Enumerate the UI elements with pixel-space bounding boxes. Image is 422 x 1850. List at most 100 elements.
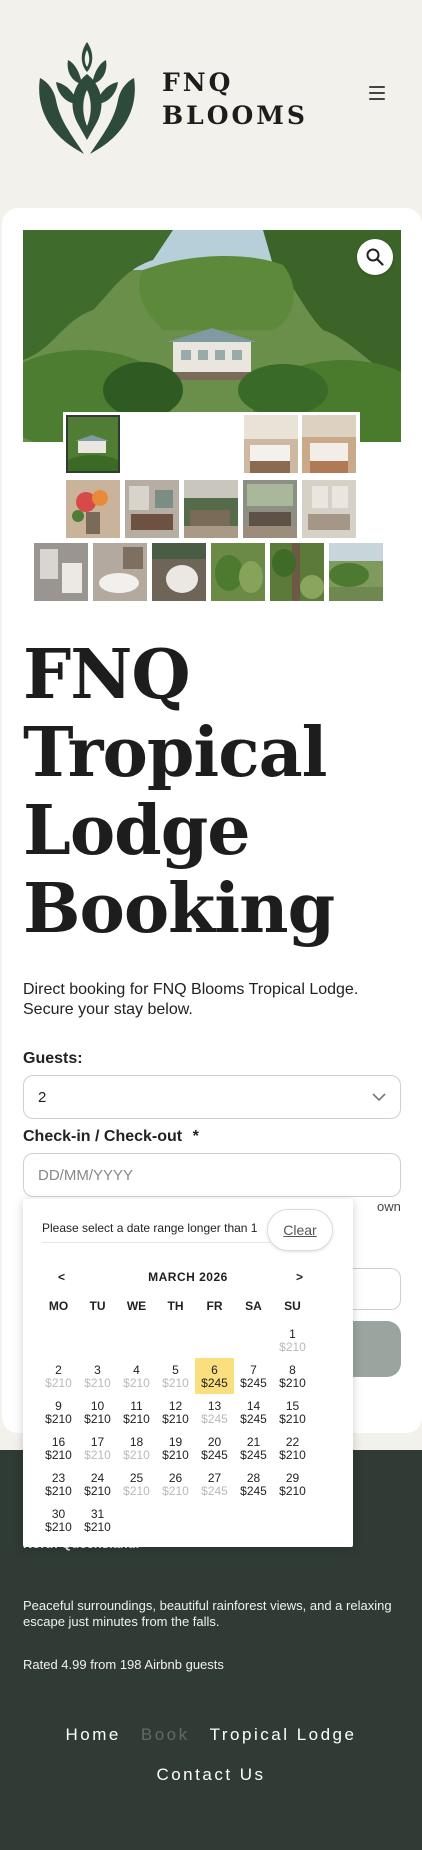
day-number: 7 (250, 1363, 257, 1377)
dates-label-text: Check-in / Check-out (23, 1128, 183, 1145)
day-price: $210 (45, 1520, 72, 1534)
brand-line-1: FNQ (162, 68, 234, 97)
next-month-button[interactable]: > (296, 1270, 303, 1284)
day-price: $210 (45, 1376, 72, 1390)
brand-line-2: BLOOMS (162, 101, 308, 130)
day-number: 28 (246, 1471, 261, 1485)
day-number: 1 (289, 1327, 296, 1341)
calendar-day[interactable]: 20 $245 (195, 1430, 234, 1466)
calendar-blank (117, 1322, 156, 1358)
guests-value: 2 (38, 1088, 47, 1106)
calendar-day[interactable]: 10 $210 (78, 1394, 117, 1430)
clear-dates-button[interactable]: Clear (267, 1209, 333, 1251)
calendar-day[interactable]: 8 $210 (273, 1358, 312, 1394)
gallery-zoom-button[interactable] (357, 239, 393, 275)
date-range-message: Please select a date range longer than 1 (42, 1221, 270, 1243)
day-number: 6 (211, 1363, 218, 1377)
nav-tropical-lodge-link[interactable]: Tropical Lodge (210, 1725, 357, 1745)
day-price: $245 (201, 1412, 228, 1426)
thumbnail-garden[interactable] (211, 543, 265, 601)
day-price: $210 (45, 1412, 72, 1426)
lotus-hands-logo-icon[interactable] (34, 34, 140, 156)
calendar-day[interactable]: 6 $245 (195, 1358, 234, 1394)
day-price: $210 (162, 1376, 189, 1390)
day-price: $210 (279, 1376, 306, 1390)
calendar-day[interactable]: 15 $210 (273, 1394, 312, 1430)
calendar-day: 17 $210 (78, 1430, 117, 1466)
brand-name[interactable]: FNQ BLOOMS (162, 66, 308, 132)
day-number: 20 (207, 1435, 222, 1449)
day-price: $210 (45, 1484, 72, 1498)
thumbnail-veranda[interactable] (184, 480, 238, 538)
calendar-day[interactable]: 11 $210 (117, 1394, 156, 1430)
thumbnail-bedroom-2[interactable] (302, 415, 356, 473)
calendar-blank (78, 1322, 117, 1358)
calendar-day[interactable]: 19 $210 (156, 1430, 195, 1466)
calendar-day[interactable]: 21 $245 (234, 1430, 273, 1466)
required-mark: * (192, 1128, 199, 1145)
page-title: FNQ Tropical Lodge Booking (23, 635, 335, 949)
prev-month-button[interactable]: < (58, 1270, 65, 1284)
nav-contact-link[interactable]: Contact Us (156, 1765, 265, 1785)
thumbnail-living-room[interactable] (125, 480, 179, 538)
intro-text: Direct booking for FNQ Blooms Tropical L… (23, 981, 359, 1018)
day-price: $210 (162, 1412, 189, 1426)
day-number: 22 (285, 1435, 300, 1449)
thumbnail-bedroom-1[interactable] (244, 415, 298, 473)
calendar-day[interactable]: 30 $210 (39, 1502, 78, 1538)
day-price: $210 (279, 1412, 306, 1426)
guests-label: Guests: (23, 1050, 83, 1067)
day-number: 9 (55, 1399, 62, 1413)
guests-select[interactable]: 2 (23, 1075, 401, 1119)
thumbnail-flowers[interactable] (66, 480, 120, 538)
day-number: 18 (129, 1435, 144, 1449)
day-number: 13 (207, 1399, 222, 1413)
day-number: 10 (90, 1399, 105, 1413)
thumbnail-lounge[interactable] (243, 480, 297, 538)
thumbnail-riverside[interactable] (329, 543, 383, 601)
calendar-day[interactable]: 31 $210 (78, 1502, 117, 1538)
calendar-day[interactable]: 12 $210 (156, 1394, 195, 1430)
thumbnail-bathtub[interactable] (93, 543, 147, 601)
footer-rating: Rated 4.99 from 198 Airbnb guests (23, 1657, 224, 1672)
hero-image[interactable] (23, 230, 401, 442)
calendar-day[interactable]: 9 $210 (39, 1394, 78, 1430)
thumbnail-bathroom[interactable] (34, 543, 88, 601)
day-number: 29 (285, 1471, 300, 1485)
day-price: $245 (240, 1448, 267, 1462)
day-price: $210 (162, 1448, 189, 1462)
thumbnail-rainforest[interactable] (270, 543, 324, 601)
day-number: 17 (90, 1435, 105, 1449)
calendar-day[interactable]: 16 $210 (39, 1430, 78, 1466)
day-number: 8 (289, 1363, 296, 1377)
hamburger-menu-icon[interactable] (369, 86, 385, 100)
day-number: 21 (246, 1435, 261, 1449)
day-price: $245 (201, 1484, 228, 1498)
date-picker-popup: Please select a date range longer than 1… (23, 1199, 353, 1547)
calendar-day[interactable]: 23 $210 (39, 1466, 78, 1502)
thumbnail-bedroom-3[interactable] (302, 480, 356, 538)
nav-home-link[interactable]: Home (66, 1725, 121, 1745)
calendar-blank (39, 1322, 78, 1358)
calendar-day[interactable]: 14 $245 (234, 1394, 273, 1430)
footer-description: Peaceful surroundings, beautiful rainfor… (23, 1598, 392, 1629)
calendar-day: 5 $210 (156, 1358, 195, 1394)
calendar-blank (195, 1322, 234, 1358)
calendar-day[interactable]: 7 $245 (234, 1358, 273, 1394)
day-price: $210 (279, 1340, 306, 1354)
day-price: $210 (84, 1412, 111, 1426)
calendar-day[interactable]: 29 $210 (273, 1466, 312, 1502)
thumbnail-spa[interactable] (152, 543, 206, 601)
day-number: 19 (168, 1435, 183, 1449)
day-number: 4 (133, 1363, 140, 1377)
nav-book-link[interactable]: Book (141, 1725, 190, 1745)
calendar-day: 25 $210 (117, 1466, 156, 1502)
day-number: 5 (172, 1363, 179, 1377)
thumbnail-lodge-exterior[interactable] (66, 415, 120, 473)
calendar-day[interactable]: 28 $245 (234, 1466, 273, 1502)
calendar-day[interactable]: 22 $210 (273, 1430, 312, 1466)
checkin-checkout-input[interactable]: DD/MM/YYYY (23, 1153, 401, 1197)
footer-nav-row-1: Home Book Tropical Lodge (0, 1725, 422, 1745)
calendar-day[interactable]: 24 $210 (78, 1466, 117, 1502)
chevron-down-icon (372, 1093, 386, 1101)
